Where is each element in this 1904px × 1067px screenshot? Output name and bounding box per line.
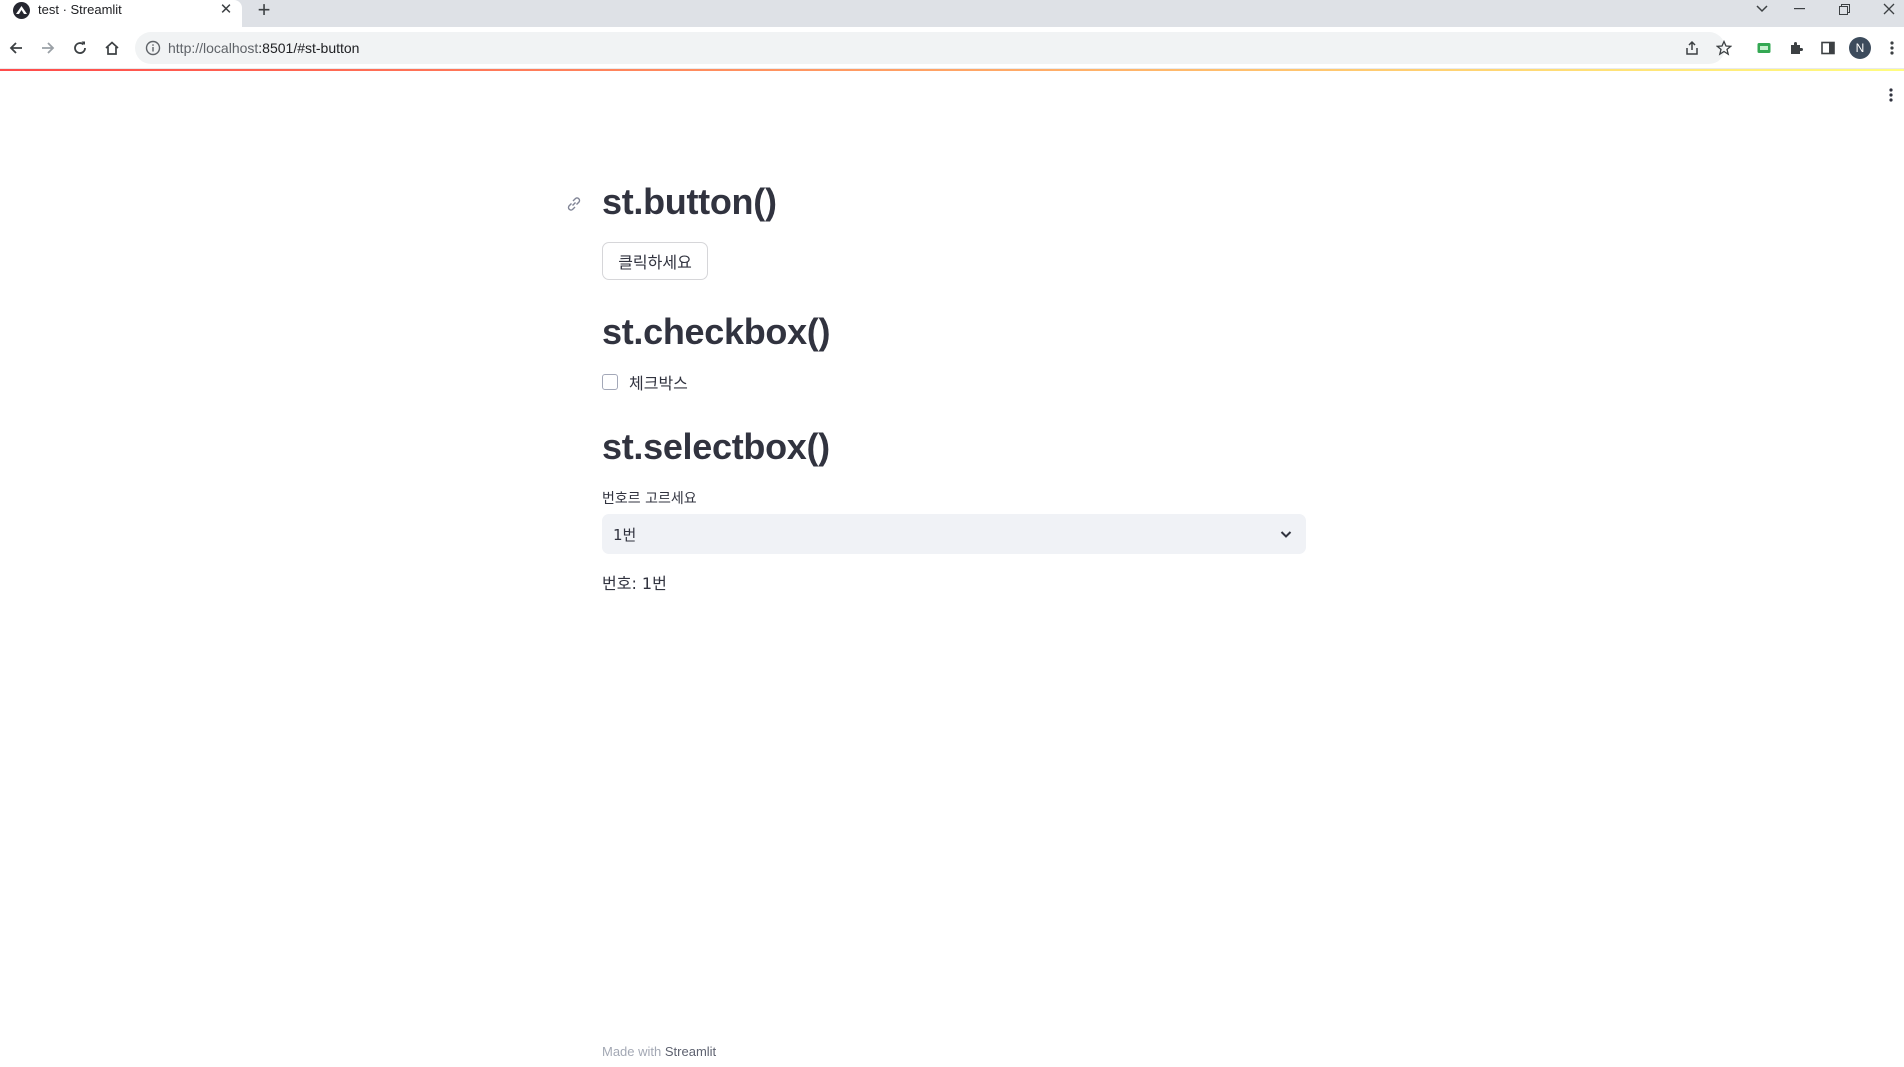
extension-icon[interactable]: [1752, 36, 1776, 60]
profile-avatar[interactable]: N: [1849, 37, 1871, 59]
url-host: http://localhost: [168, 40, 259, 56]
heading-anchor-link-icon[interactable]: [564, 194, 584, 214]
url-path: :8501/#st-button: [258, 40, 360, 56]
app-footer: Made with Streamlit: [602, 1044, 716, 1059]
tab-search-icon[interactable]: [1751, 0, 1773, 18]
tab-close-icon[interactable]: ✕: [218, 0, 234, 20]
app-main-menu-icon[interactable]: [1884, 84, 1898, 106]
footer-prefix: Made with: [602, 1044, 662, 1059]
close-window-icon[interactable]: [1878, 0, 1900, 18]
checkbox-section-heading: st.checkbox(): [602, 311, 831, 352]
selectbox-label: 번호르 고르세요: [602, 491, 697, 507]
home-icon[interactable]: [100, 36, 124, 60]
number-selectbox[interactable]: 1번: [602, 514, 1306, 554]
minimize-icon[interactable]: [1788, 0, 1810, 18]
browser-menu-icon[interactable]: [1880, 36, 1904, 60]
selection-result-text: 번호: 1번: [602, 574, 667, 593]
button-section-heading: st.button(): [602, 181, 777, 222]
restore-window-icon[interactable]: [1833, 0, 1855, 18]
browser-tab-active[interactable]: test · Streamlit ✕: [0, 0, 242, 27]
tab-title: test · Streamlit: [38, 2, 122, 17]
streamlit-favicon-icon: [13, 2, 30, 19]
address-bar[interactable]: http://localhost:8501/#st-button: [135, 32, 1725, 64]
browser-toolbar: http://localhost:8501/#st-button N: [0, 27, 1904, 69]
click-me-button[interactable]: 클릭하세요: [602, 242, 708, 280]
selectbox-value[interactable]: 1번: [613, 524, 636, 545]
chevron-down-icon[interactable]: [1278, 526, 1294, 542]
checkbox-control[interactable]: 체크박스: [602, 371, 688, 393]
footer-streamlit-link[interactable]: Streamlit: [665, 1044, 716, 1059]
streamlit-decoration-bar: [0, 69, 1904, 71]
browser-tab-strip: test · Streamlit ✕ +: [0, 0, 1904, 27]
forward-arrow-icon[interactable]: [36, 36, 60, 60]
checkbox-box[interactable]: [602, 374, 618, 390]
bookmark-star-icon[interactable]: [1712, 36, 1736, 60]
selectbox-section-heading: st.selectbox(): [602, 426, 830, 467]
checkbox-label[interactable]: 체크박스: [629, 370, 688, 394]
puzzle-icon[interactable]: [1784, 36, 1808, 60]
url-text[interactable]: http://localhost:8501/#st-button: [168, 40, 359, 56]
side-panel-icon[interactable]: [1816, 36, 1840, 60]
back-arrow-icon[interactable]: [4, 36, 28, 60]
reload-icon[interactable]: [68, 36, 92, 60]
site-info-icon[interactable]: [145, 40, 161, 56]
share-icon[interactable]: [1680, 36, 1704, 60]
new-tab-button[interactable]: +: [253, 0, 275, 22]
